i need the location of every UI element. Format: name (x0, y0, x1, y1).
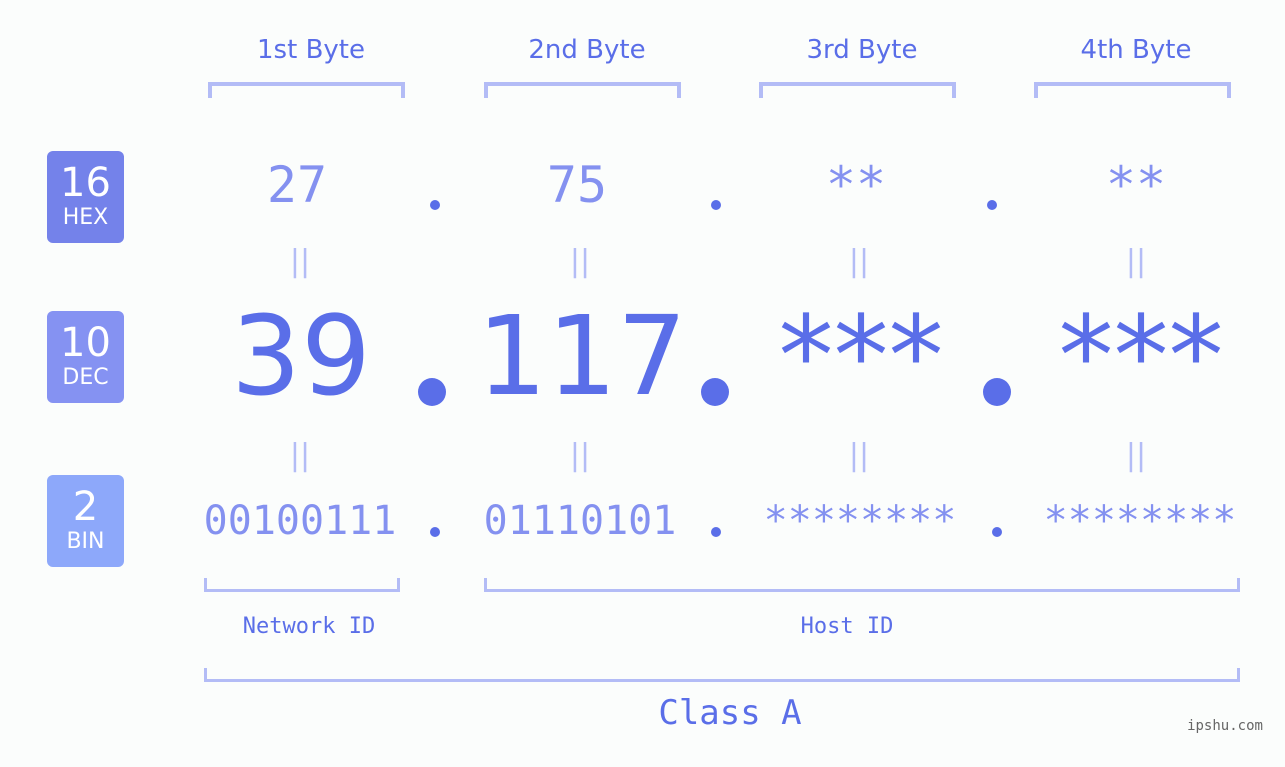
dec-base-number: 10 (60, 320, 111, 366)
hex-byte-4: ** (1105, 156, 1167, 214)
bin-separator-dot-1 (430, 527, 440, 537)
bin-base-number: 2 (72, 484, 99, 530)
bin-separator-dot-2 (711, 527, 721, 537)
byte-bracket-1 (208, 82, 405, 98)
bin-byte-3: ******** (763, 498, 957, 544)
bin-base-label: BIN (66, 529, 105, 554)
bin-byte-4: ******** (1043, 498, 1237, 544)
dec-byte-4: *** (1058, 292, 1224, 420)
host-id-bracket (484, 578, 1240, 592)
class-label: Class A (658, 693, 802, 733)
byte-title-3: 3rd Byte (806, 35, 918, 65)
dec-byte-1: 39 (231, 292, 371, 420)
equals-sign: || (289, 244, 311, 279)
dec-base-label: DEC (62, 365, 109, 390)
dec-separator-dot-3 (983, 378, 1011, 406)
hex-base-label: HEX (62, 205, 109, 230)
dec-separator-dot-2 (701, 378, 729, 406)
hex-byte-1: 27 (266, 156, 328, 214)
hex-base-number: 16 (60, 160, 111, 206)
dec-byte-2: 117 (477, 292, 687, 420)
dec-separator-dot-1 (418, 378, 446, 406)
hex-byte-2: 75 (546, 156, 608, 214)
bin-separator-dot-3 (992, 527, 1002, 537)
hex-separator-dot-2 (711, 200, 721, 210)
equals-sign: || (1125, 244, 1147, 279)
byte-title-2: 2nd Byte (528, 35, 646, 65)
class-bracket (204, 668, 1240, 682)
dec-byte-3: *** (778, 292, 944, 420)
hex-badge: 16 HEX (47, 151, 124, 243)
equals-sign: || (289, 438, 311, 473)
byte-bracket-3 (759, 82, 956, 98)
equals-sign: || (569, 244, 591, 279)
watermark: ipshu.com (1187, 718, 1263, 734)
equals-sign: || (569, 438, 591, 473)
host-id-label: Host ID (800, 614, 894, 639)
equals-sign: || (1125, 438, 1147, 473)
byte-bracket-2 (484, 82, 681, 98)
network-id-label: Network ID (242, 614, 376, 639)
hex-separator-dot-3 (987, 200, 997, 210)
equals-sign: || (848, 244, 870, 279)
hex-separator-dot-1 (430, 200, 440, 210)
byte-title-1: 1st Byte (257, 35, 365, 65)
byte-bracket-4 (1034, 82, 1231, 98)
network-id-bracket (204, 578, 400, 592)
byte-title-4: 4th Byte (1080, 35, 1192, 65)
bin-byte-1: 00100111 (203, 498, 397, 544)
dec-badge: 10 DEC (47, 311, 124, 403)
hex-byte-3: ** (825, 156, 887, 214)
equals-sign: || (848, 438, 870, 473)
bin-badge: 2 BIN (47, 475, 124, 567)
bin-byte-2: 01110101 (483, 498, 677, 544)
